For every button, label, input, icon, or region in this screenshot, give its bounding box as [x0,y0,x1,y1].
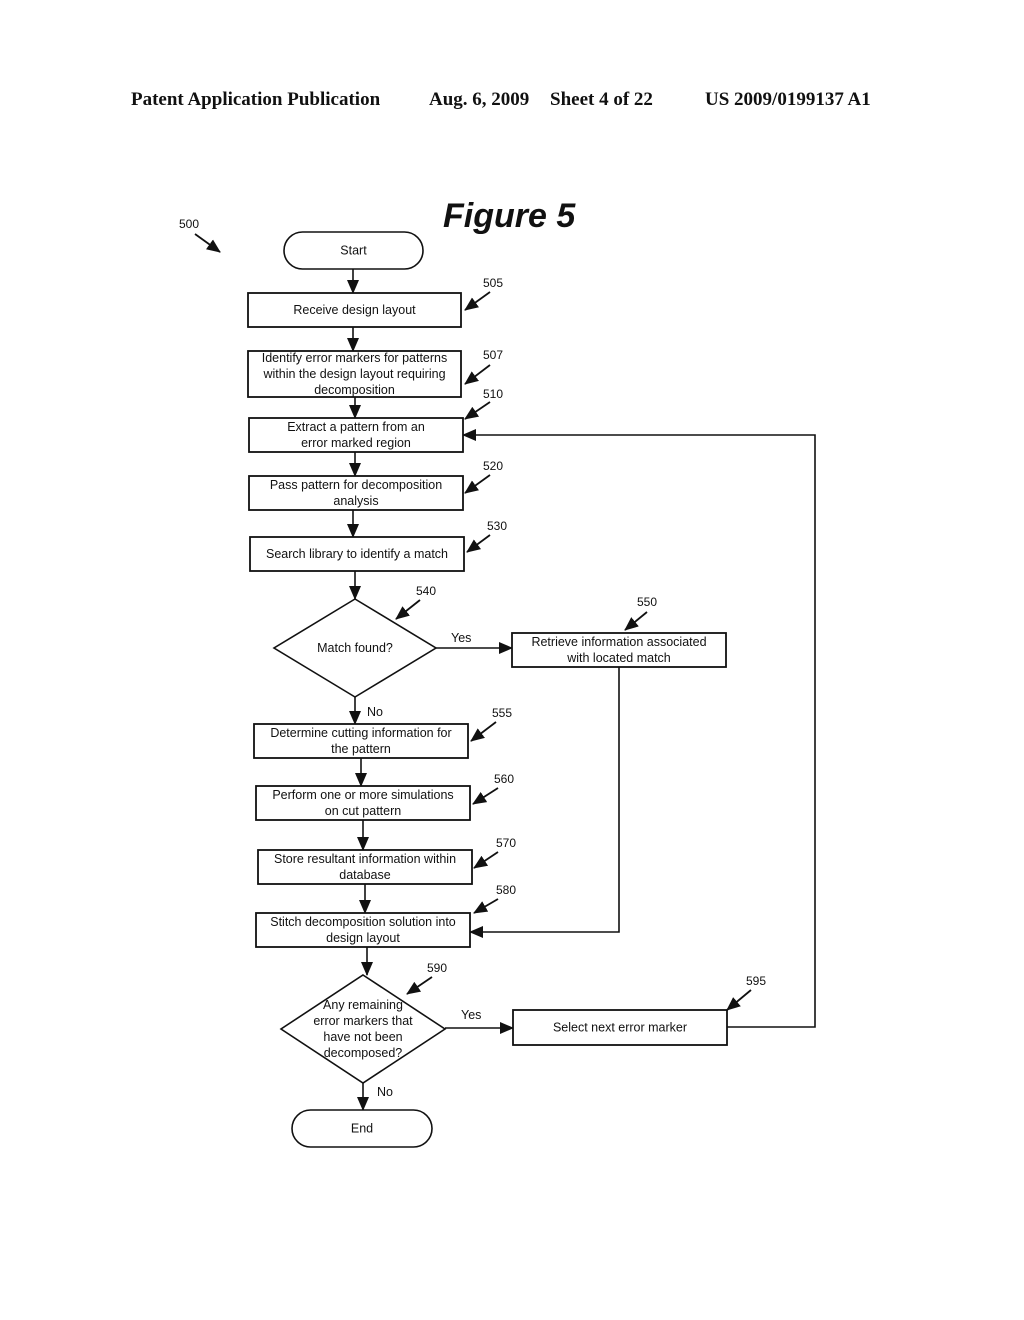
node-label: Search library to identify a match [266,547,448,561]
node-label: on cut pattern [325,804,401,818]
reference-number: 505 [483,276,503,290]
node-label: decomposed? [324,1046,403,1060]
node-label: the pattern [331,742,391,756]
reference-arrow [726,989,752,1011]
node-label: Perform one or more simulations [272,788,453,802]
reference-number: 555 [492,706,512,720]
node-label: within the design layout requiring [262,367,445,381]
edge-label-yes: Yes [451,631,471,645]
reference-arrow [466,534,491,553]
reference-number: 590 [427,961,447,975]
node-label: Start [340,244,367,258]
reference-number: 560 [494,772,514,786]
node-label: End [351,1122,373,1136]
node-label: database [339,868,390,882]
node-label: Any remaining [323,998,403,1012]
edge-label-yes: Yes [461,1008,481,1022]
reference-arrow [464,291,491,311]
edge-label-no: No [377,1085,393,1099]
node-label: Pass pattern for decomposition [270,478,442,492]
node-label: Store resultant information within [274,852,456,866]
reference-number: 570 [496,836,516,850]
reference-arrow [624,611,648,631]
node-label: Identify error markers for patterns [262,351,447,365]
reference-number: 580 [496,883,516,897]
decision-diamond [279,974,447,1084]
edge-label-no: No [367,705,383,719]
node-label: Stitch decomposition solution into [270,915,456,929]
node-label: with located match [566,651,671,665]
reference-number: 550 [637,595,657,609]
reference-number: 540 [416,584,436,598]
node-label: Match found? [317,641,393,655]
reference-arrow [470,721,497,742]
node-label: Extract a pattern from an [287,420,425,434]
flow-connector [462,429,816,1028]
flowchart: Start Receive design layout Identify error… [179,217,816,1148]
figure-reference-number: 500 [179,217,199,231]
node-label: error marked region [301,436,411,450]
reference-number: 595 [746,974,766,988]
node-label: decomposition [314,383,395,397]
node-label: design layout [326,931,400,945]
reference-arrow [406,976,433,995]
reference-arrow [472,787,499,805]
reference-arrow [464,474,491,494]
node-label: Retrieve information associated [531,635,706,649]
reference-arrow [473,851,499,869]
node-label: Select next error marker [553,1021,687,1035]
flow-node-n590 [279,974,447,1084]
node-label: Determine cutting information for [270,726,451,740]
node-label: Receive design layout [293,303,416,317]
reference-arrow [464,401,491,420]
reference-number: 510 [483,387,503,401]
node-label: have not been [323,1030,402,1044]
reference-arrow [395,599,421,620]
figure-reference-arrow [194,233,221,253]
reference-number: 507 [483,348,503,362]
node-label: error markers that [313,1014,413,1028]
reference-number: 520 [483,459,503,473]
reference-arrow [464,364,491,385]
reference-arrow [473,898,499,914]
node-label: analysis [333,494,378,508]
reference-number: 530 [487,519,507,533]
